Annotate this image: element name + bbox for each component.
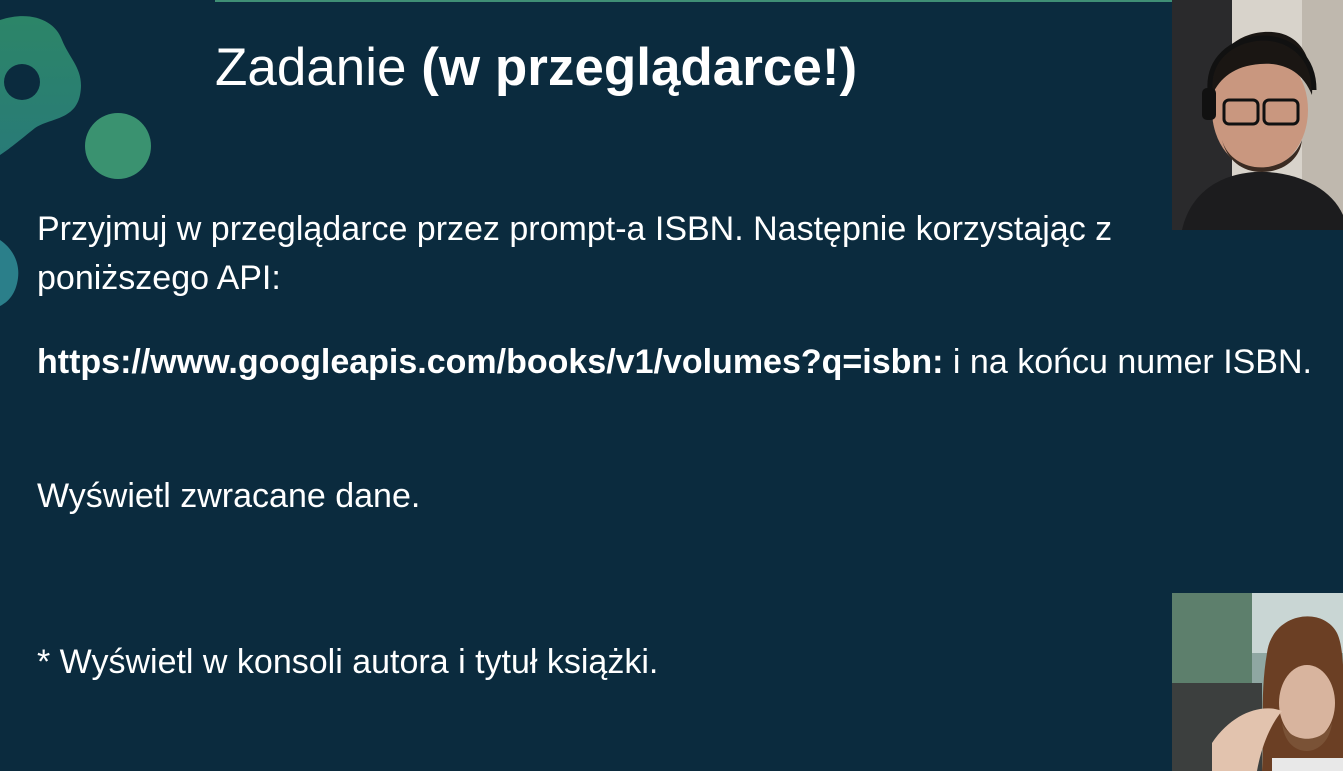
- participant-video-frame: [1172, 593, 1343, 771]
- paragraph-prompt-isbn: Przyjmuj w przeglądarce przez prompt-a I…: [37, 210, 1113, 297]
- top-accent-line: [215, 0, 1175, 2]
- paragraph-api: https://www.googleapis.com/books/v1/volu…: [37, 338, 1327, 387]
- title-regular: Zadanie: [215, 38, 407, 97]
- presenter-video-frame: [1172, 0, 1343, 230]
- slide-title: Zadanie (w przeglądarce!): [215, 38, 857, 98]
- api-url: https://www.googleapis.com/books/v1/volu…: [37, 343, 944, 381]
- api-suffix: i na końcu numer ISBN.: [943, 343, 1312, 381]
- title-bold: (w przeglądarce!): [421, 38, 858, 97]
- paragraph-console-note: * Wyświetl w konsoli autora i tytuł ksią…: [37, 643, 659, 681]
- presentation-slide: Zadanie (w przeglądarce!) Przyjmuj w prz…: [0, 0, 1343, 771]
- webcam-presenter-top: [1172, 0, 1343, 230]
- webcam-participant-bottom: [1172, 593, 1343, 771]
- paragraph-display-data: Wyświetl zwracane dane.: [37, 477, 421, 515]
